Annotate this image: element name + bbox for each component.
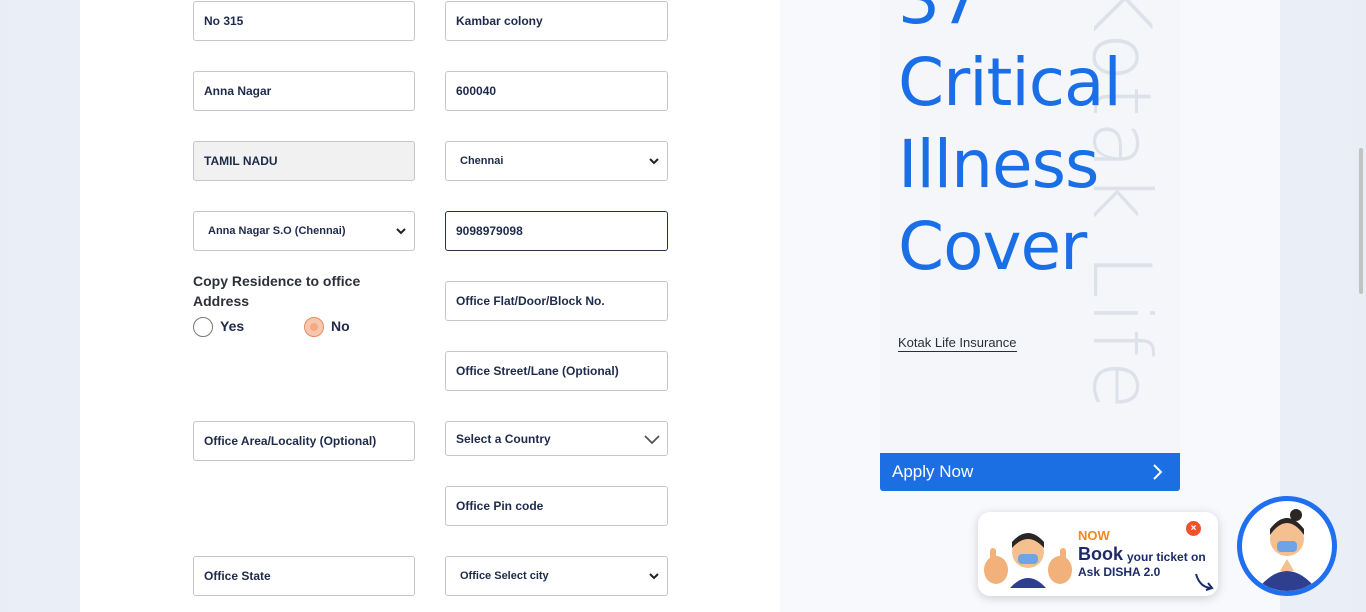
disha-promo-popup[interactable]: × NOW Book your ticket on Ask DISHA 2.0 xyxy=(978,512,1218,596)
office-street-placeholder: Office Street/Lane (Optional) xyxy=(456,364,619,378)
office-state-input[interactable]: Office State xyxy=(193,556,415,596)
no-label: No xyxy=(331,318,350,334)
office-flat-input[interactable]: Office Flat/Door/Block No. xyxy=(445,281,668,321)
apply-now-label: Apply Now xyxy=(892,462,974,481)
flat-input[interactable]: No 315 xyxy=(193,1,415,41)
city-value: Chennai xyxy=(460,155,504,167)
chevron-down-icon xyxy=(649,158,659,165)
office-pin-placeholder: Office Pin code xyxy=(456,499,544,513)
yes-label: Yes xyxy=(220,318,245,334)
copy-address-label: Copy Residence to office Address xyxy=(193,273,361,309)
disha-book: Book xyxy=(1078,544,1123,564)
street-value: Kambar colony xyxy=(456,14,543,28)
city-select[interactable]: Chennai xyxy=(445,141,668,181)
curved-arrow-icon xyxy=(1195,573,1214,591)
office-city-value: Office Select city xyxy=(460,570,549,582)
disha-now: NOW xyxy=(1078,528,1110,543)
close-icon[interactable]: × xyxy=(1186,521,1201,536)
office-country-value: Select a Country xyxy=(456,431,551,446)
office-state-placeholder: Office State xyxy=(204,569,271,583)
disha-ask: Ask DISHA 2.0 xyxy=(1078,565,1161,579)
street-input[interactable]: Kambar colony xyxy=(445,1,668,41)
pincode-input[interactable]: 600040 xyxy=(445,71,668,111)
post-office-select[interactable]: Anna Nagar S.O (Chennai) xyxy=(193,211,415,251)
disha-tagline: your ticket on xyxy=(1127,550,1206,564)
office-flat-placeholder: Office Flat/Door/Block No. xyxy=(456,294,605,308)
office-city-select[interactable]: Office Select city xyxy=(445,556,668,596)
office-area-input[interactable]: Office Area/Locality (Optional) xyxy=(193,421,415,461)
page-scrollbar[interactable] xyxy=(1359,148,1363,294)
office-pin-input[interactable]: Office Pin code xyxy=(445,486,668,526)
area-input[interactable]: Anna Nagar xyxy=(193,71,415,111)
state-input: TAMIL NADU xyxy=(193,141,415,181)
ad-headline-illness: Illness xyxy=(898,126,1099,203)
ad-banner: Kotak Life 37 Critical Illness Cover Kot… xyxy=(880,0,1180,453)
mobile-value: 9098979098 xyxy=(456,224,523,238)
state-value: TAMIL NADU xyxy=(204,154,278,168)
chevron-down-icon xyxy=(649,573,659,580)
office-street-input[interactable]: Office Street/Lane (Optional) xyxy=(445,351,668,391)
thumbs-up-mascot-icon xyxy=(984,533,1072,588)
chevron-down-icon xyxy=(396,228,406,235)
post-office-value: Anna Nagar S.O (Chennai) xyxy=(208,225,346,237)
ad-headline-cover: Cover xyxy=(898,208,1087,285)
yes-radio[interactable] xyxy=(193,317,213,337)
disha-assistant-icon xyxy=(1256,509,1318,591)
chevron-right-icon xyxy=(1153,464,1163,480)
area-value: Anna Nagar xyxy=(204,84,272,98)
ad-brand-link[interactable]: Kotak Life Insurance xyxy=(898,335,1017,352)
ad-headline-number: 37 xyxy=(898,0,981,39)
ad-headline-critical: Critical xyxy=(898,44,1122,121)
no-radio[interactable] xyxy=(304,317,324,337)
disha-chat-avatar[interactable] xyxy=(1237,496,1337,596)
office-country-select[interactable]: Select a Country xyxy=(445,421,668,456)
chevron-down-icon xyxy=(644,435,660,445)
office-area-placeholder: Office Area/Locality (Optional) xyxy=(204,434,377,448)
flat-value: No 315 xyxy=(204,14,244,28)
apply-now-button[interactable]: Apply Now xyxy=(880,453,1180,491)
pincode-value: 600040 xyxy=(456,84,497,98)
mobile-input[interactable]: 9098979098 xyxy=(445,211,668,251)
